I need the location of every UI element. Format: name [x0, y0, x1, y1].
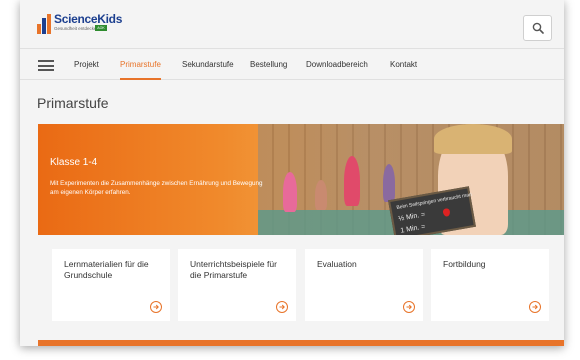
hero-banner: Beim Seilspringen verbraucht man ½ Min. …	[38, 124, 564, 235]
card-title: Fortbildung	[443, 259, 486, 269]
footer-accent-bar	[38, 340, 564, 346]
card-title: Evaluation	[317, 259, 357, 269]
card-unterrichtsbeispiele[interactable]: Unterrichtsbeispiele für die Primarstufe	[178, 249, 296, 321]
arrow-right-circle-icon[interactable]	[150, 301, 162, 313]
aok-badge: AOK	[95, 25, 107, 31]
logo-title: ScienceKids	[54, 12, 123, 26]
page-title: Primarstufe	[37, 95, 109, 111]
card-title: Lernmaterialien für die Grundschule	[64, 259, 149, 280]
card-title: Unterrichtsbeispiele für die Primarstufe	[190, 259, 277, 280]
logo-subtitle: Gesundheit entdecken	[54, 26, 100, 31]
strawberry-icon	[442, 207, 451, 218]
kid-figure	[383, 164, 395, 202]
search-button[interactable]	[523, 15, 552, 41]
nav-item-kontakt[interactable]: Kontakt	[390, 49, 417, 80]
girl-hair	[434, 124, 512, 154]
banner-heading: Klasse 1-4	[50, 157, 98, 168]
site-header: ScienceKids Gesundheit entdecken AOK	[20, 0, 564, 48]
chalkboard-line: 1 Min. =	[399, 223, 426, 235]
card-fortbildung[interactable]: Fortbildung	[431, 249, 549, 321]
arrow-right-circle-icon[interactable]	[403, 301, 415, 313]
hamburger-icon[interactable]	[38, 60, 54, 71]
banner-text: Mit Experimenten die Zusammenhänge zwisc…	[50, 180, 263, 196]
browser-frame: ScienceKids Gesundheit entdecken AOK Pro…	[20, 0, 564, 346]
nav-item-projekt[interactable]: Projekt	[74, 49, 99, 80]
nav-item-bestellung[interactable]: Bestellung	[250, 49, 287, 80]
chalkboard-line: ½ Min. =	[397, 211, 426, 223]
kid-figure	[283, 172, 297, 212]
arrow-right-circle-icon[interactable]	[529, 301, 541, 313]
kid-figure	[344, 156, 360, 206]
main-navigation: Projekt Primarstufe Sekundarstufe Bestel…	[20, 48, 564, 80]
kid-figure	[315, 180, 327, 210]
card-lernmaterialien[interactable]: Lernmaterialien für die Grundschule	[52, 249, 170, 321]
card-evaluation[interactable]: Evaluation	[305, 249, 423, 321]
nav-item-downloadbereich[interactable]: Downloadbereich	[306, 49, 368, 80]
logo-bars-icon	[37, 14, 53, 34]
arrow-right-circle-icon[interactable]	[276, 301, 288, 313]
nav-item-sekundarstufe[interactable]: Sekundarstufe	[182, 49, 234, 80]
nav-item-primarstufe[interactable]: Primarstufe	[120, 49, 161, 80]
sciencekids-logo[interactable]: ScienceKids Gesundheit entdecken AOK	[37, 12, 147, 36]
search-icon	[532, 22, 544, 34]
